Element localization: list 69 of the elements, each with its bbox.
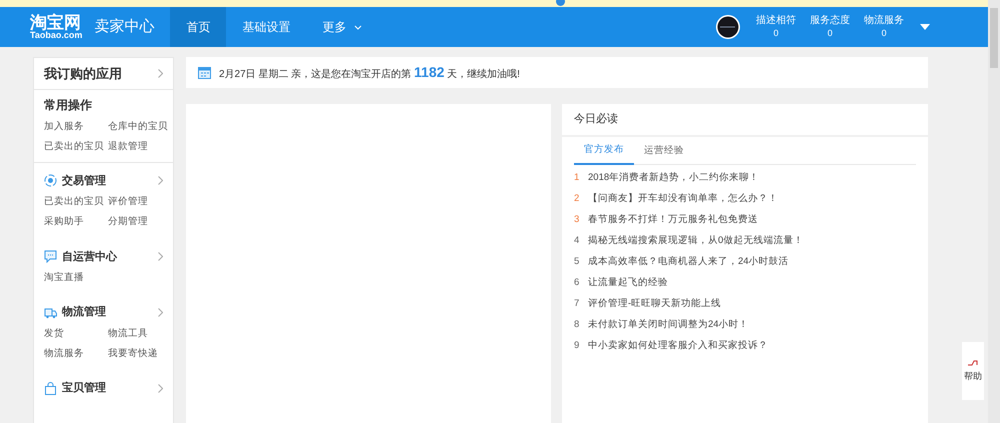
caret-icon[interactable] [920,24,930,30]
sidebar-link[interactable]: 发货 [44,326,108,341]
scrollbar[interactable] [988,0,1000,423]
rank-number: 9 [574,339,579,354]
sidebar-link[interactable]: 已卖出的宝贝 [44,195,108,210]
avatar[interactable] [716,15,740,39]
nav-tab[interactable]: 基础设置 [226,7,306,47]
rank-number: 1 [574,171,579,186]
calendar-icon [198,66,211,79]
section-title[interactable]: 自运营中心 [62,248,117,265]
news-link[interactable]: 成本高效率低？电商机器人来了，24小时鼓活 [588,255,789,270]
sidebar-link[interactable]: 仓库中的宝贝 [108,120,168,134]
chevron-icon[interactable] [158,176,163,186]
news-link[interactable]: 中小卖家如何处理客服介入和买家投诉？ [588,339,768,354]
chat-icon [44,250,57,264]
section-title[interactable]: 交易管理 [62,172,106,189]
help-widget[interactable]: 帮助 [962,342,984,400]
sidebar-link[interactable]: 分期管理 [108,215,163,230]
help-label: 帮助 [964,370,982,384]
caret-icon[interactable] [354,24,362,30]
sidebar-header[interactable]: 我订购的应用 [44,64,122,84]
stat-label: 物流服务 [864,15,904,28]
rank-number: 6 [574,276,579,290]
sidebar-link[interactable]: 已卖出的宝贝 [44,140,108,154]
truck-icon [44,306,57,319]
panel-title: 今日必读 [562,104,928,137]
rank-number: 5 [574,255,579,270]
rank-number: 8 [574,318,579,332]
nav-tab[interactable]: 首页 [170,7,226,47]
sidebar-link[interactable]: 评价管理 [108,195,163,210]
news-link[interactable]: 春节服务不打烊！万元服务礼包免费送 [588,213,758,228]
logo[interactable]: 淘宝网 [30,14,82,31]
logo-subtitle: Taobao.com [30,31,82,40]
chevron-icon[interactable] [158,69,163,78]
sidebar-link[interactable]: 物流服务 [44,347,108,362]
news-link[interactable]: 2018年消费者新趋势，小二约你来聊！ [588,171,760,186]
sidebar-link[interactable]: 加入服务 [44,120,108,134]
stat-value: 0 [773,28,778,39]
rank-number: 7 [574,297,579,312]
chevron-icon[interactable] [158,384,163,393]
stat-value: 0 [827,28,832,39]
news-link[interactable]: 揭秘无线端搜索展现逻辑，从0做起无线端流量！ [588,234,804,249]
section-title[interactable]: 物流管理 [62,304,106,321]
sidebar-link[interactable]: 物流工具 [108,326,163,341]
rank-number: 4 [574,234,579,248]
target-icon [44,174,57,188]
news-link[interactable]: 未付款订单关闭时间调整为24小时！ [588,318,749,333]
chevron-icon[interactable] [158,252,163,262]
section-title[interactable]: 宝贝管理 [62,380,106,397]
site-title: 卖家中心 [94,16,154,37]
stat-label: 服务态度 [810,15,850,28]
panel-tab[interactable]: 运营经验 [634,137,694,165]
sidebar-link[interactable]: 退款管理 [108,140,168,154]
stat-value: 0 [881,28,886,39]
sidebar-link[interactable]: 淘宝直播 [44,271,108,286]
news-link[interactable]: 让流量起飞的经验 [588,276,668,291]
stat-label: 描述相符 [756,15,796,28]
bag-icon [44,382,57,395]
news-link[interactable]: 【问商友】开车却没有询单率，怎么办？！ [588,192,778,207]
sidebar-link[interactable]: 采购助手 [44,215,108,230]
rank-number: 2 [574,192,579,206]
greeting-text: 2月27日 星期二 亲，这是您在淘宝开店的第 1182 天，继续加油哦! [219,63,520,82]
section-title: 常用操作 [44,97,93,114]
panel-tab[interactable]: 官方发布 [574,137,634,165]
chevron-icon[interactable] [158,308,163,317]
news-link[interactable]: 评价管理-旺旺聊天新功能上线 [588,297,722,312]
nav-tab[interactable]: 更多 [306,7,378,47]
sidebar-link[interactable]: 我要寄快递 [108,347,163,362]
rank-number: 3 [574,213,579,228]
